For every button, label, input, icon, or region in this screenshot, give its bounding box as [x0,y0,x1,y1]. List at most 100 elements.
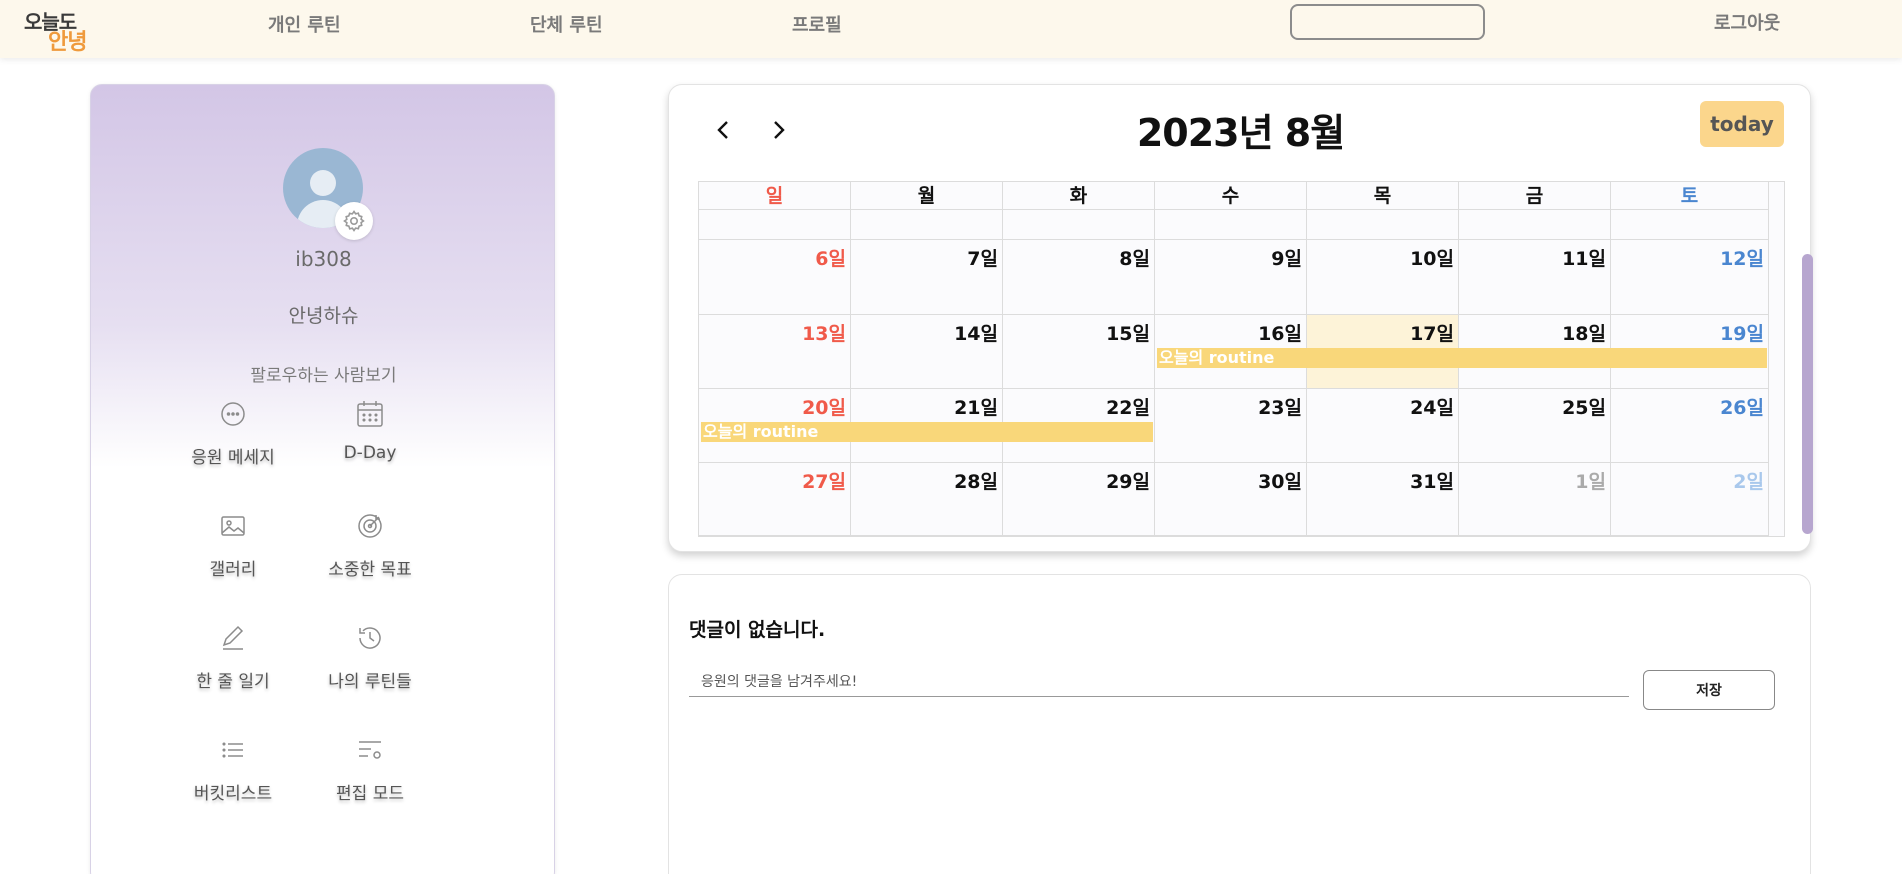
calendar-day-cell[interactable]: 15일 [1003,315,1155,389]
day-number: 20일 [802,397,846,419]
calendar-grid: 일 월 화 수 목 금 토 6일 7일 8일 9일 10일 11일 12일 13일 14일 15일 16일 17일 1… [698,181,1813,537]
day-number: 1일 [1575,471,1606,493]
calendar-event[interactable]: 오늘의 routine [701,422,1153,442]
menu-diary[interactable]: 한 줄 일기 [168,623,298,692]
top-navbar: 오늘도 안녕 개인 루틴 단체 루틴 프로필 로그아웃 [0,0,1902,58]
menu-label: 소중한 목표 [328,560,412,580]
calendar-day-cell[interactable]: 14일 [851,315,1003,389]
menu-label: 버킷리스트 [193,784,273,804]
weekday-header-thu: 목 [1307,182,1459,210]
menu-label: 응원 메세지 [191,448,275,468]
calendar-day-cell[interactable]: 28일 [851,463,1003,536]
calendar-day-cell[interactable]: 23일 [1155,389,1307,463]
menu-bucket-list[interactable]: 버킷리스트 [168,735,298,804]
menu-cheer-messages[interactable]: 응원 메세지 [168,399,298,468]
calendar-day-cell[interactable]: 6일 [699,240,851,315]
calendar-day-cell[interactable] [699,210,851,240]
menu-goals[interactable]: 소중한 목표 [305,511,435,580]
logo-text-line2: 안녕 [48,30,87,55]
calendar-event[interactable]: 오늘의 routine [1157,348,1767,368]
day-number: 27일 [802,471,846,493]
calendar-day-cell[interactable]: 13일 [699,315,851,389]
day-number: 25일 [1562,397,1606,419]
calendar-day-cell[interactable]: 26일 [1611,389,1769,463]
calendar-scrollbar[interactable] [1802,254,1813,534]
calendar-day-cell[interactable]: 30일 [1155,463,1307,536]
calendar-day-cell[interactable] [1003,210,1155,240]
calendar-day-cell[interactable]: 11일 [1459,240,1611,315]
app-logo[interactable]: 오늘도 안녕 [22,4,102,55]
calendar-day-cell[interactable]: 9일 [1155,240,1307,315]
calendar-day-cell[interactable] [1155,210,1307,240]
following-list-link[interactable]: 팔로우하는 사람보기 [91,361,556,386]
weekday-header-wed: 수 [1155,182,1307,210]
day-number: 23일 [1258,397,1302,419]
calendar-day-cell[interactable] [851,210,1003,240]
weekday-header-fri: 금 [1459,182,1611,210]
comment-input[interactable] [689,667,1629,697]
day-number: 6일 [815,248,846,270]
day-number: 24일 [1410,397,1454,419]
weekday-header-sun: 일 [699,182,851,210]
chat-bubble-icon [221,402,245,426]
calendar-day-cell[interactable]: 29일 [1003,463,1155,536]
target-icon [358,514,382,538]
day-number: 10일 [1410,248,1454,270]
calendar-day-cell[interactable]: 12일 [1611,240,1769,315]
day-number: 22일 [1106,397,1150,419]
calendar-card: 2023년 8월 today 일 월 화 수 목 금 토 6일 7일 8일 9일 10일 11일 12일 1… [668,84,1813,552]
menu-label: 나의 루틴들 [328,672,412,692]
calendar-day-cell[interactable]: 8일 [1003,240,1155,315]
today-button[interactable]: today [1700,101,1784,147]
day-number: 8일 [1119,248,1150,270]
edit-settings-icon [359,741,381,759]
no-comments-message: 댓글이 없습니다. [689,619,826,641]
logout-button[interactable]: 로그아웃 [1714,9,1780,35]
day-number: 15일 [1106,323,1150,345]
nav-link-personal-routine[interactable]: 개인 루틴 [268,11,341,37]
menu-gallery[interactable]: 갤러리 [168,511,298,580]
calendar-day-cell[interactable]: 10일 [1307,240,1459,315]
calendar-day-cell[interactable]: 1일 [1459,463,1611,536]
day-number: 13일 [802,323,846,345]
calendar-day-cell[interactable]: 31일 [1307,463,1459,536]
nav-link-group-routine[interactable]: 단체 루틴 [530,11,603,37]
calendar-day-cell[interactable]: 2일 [1611,463,1769,536]
calendar-day-cell[interactable]: 25일 [1459,389,1611,463]
day-number: 29일 [1106,471,1150,493]
image-icon [221,516,245,536]
menu-label: 편집 모드 [336,784,404,804]
comments-card: 댓글이 없습니다. 저장 [668,574,1811,874]
profile-panel: ib308 안녕하슈 팔로우하는 사람보기 응원 메세지 D-Day 갤러리 소… [90,84,555,874]
menu-label: 한 줄 일기 [196,672,270,692]
day-number: 11일 [1562,248,1606,270]
save-comment-button[interactable]: 저장 [1643,670,1775,710]
calendar-icon [357,401,383,427]
search-input[interactable] [1290,4,1485,40]
profile-settings-button[interactable] [335,202,373,240]
weekday-header-sat: 토 [1611,182,1769,210]
weekday-header-tue: 화 [1003,182,1155,210]
day-number: 28일 [954,471,998,493]
day-number: 12일 [1720,248,1764,270]
day-number: 7일 [967,248,998,270]
calendar-day-cell[interactable]: 24일 [1307,389,1459,463]
day-number: 16일 [1258,323,1302,345]
gear-icon [343,210,365,232]
calendar-day-cell[interactable] [1459,210,1611,240]
menu-edit-mode[interactable]: 편집 모드 [305,735,435,804]
day-number: 31일 [1410,471,1454,493]
calendar-day-cell[interactable] [1611,210,1769,240]
calendar-day-cell[interactable]: 7일 [851,240,1003,315]
menu-dday[interactable]: D-Day [305,399,435,463]
day-number: 18일 [1562,323,1606,345]
calendar-day-cell[interactable]: 27일 [699,463,851,536]
username: ib308 [295,247,352,271]
day-number: 9일 [1271,248,1302,270]
calendar-day-cell[interactable] [1307,210,1459,240]
nav-link-profile[interactable]: 프로필 [792,11,842,37]
menu-my-routines[interactable]: 나의 루틴들 [305,623,435,692]
menu-label: 갤러리 [209,560,257,580]
pencil-icon [222,625,244,650]
day-number: 14일 [954,323,998,345]
